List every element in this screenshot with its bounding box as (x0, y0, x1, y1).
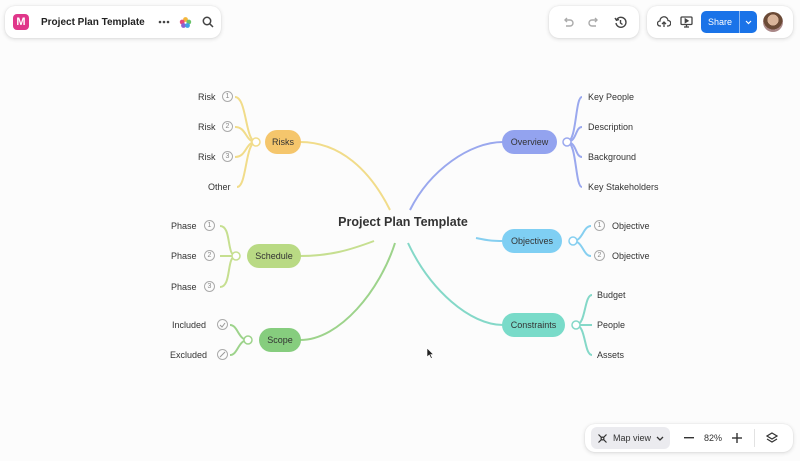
connector-central-scope (299, 242, 396, 341)
number-2-icon: 2 (594, 250, 605, 261)
leaf-objective-2[interactable]: Objective (612, 250, 650, 262)
number-1-icon: 1 (594, 220, 605, 231)
zoom-in-icon[interactable] (726, 427, 748, 449)
present-icon[interactable] (675, 11, 697, 33)
connector-central-overview (409, 141, 504, 211)
topic-risks[interactable]: Risks (265, 130, 301, 154)
zoom-level: 82% (704, 433, 723, 443)
map-view-button[interactable]: Map view (591, 427, 671, 449)
leaf-assets[interactable]: Assets (597, 349, 624, 361)
leaf-objective-1[interactable]: Objective (612, 220, 650, 232)
chevron-down-icon (656, 436, 664, 441)
map-view-label: Map view (613, 433, 652, 443)
topic-objectives[interactable]: Objectives (502, 229, 562, 253)
search-icon[interactable] (197, 11, 219, 33)
leaf-included[interactable]: Included (172, 319, 206, 331)
topic-scope[interactable]: Scope (259, 328, 301, 352)
number-2-icon: 2 (222, 121, 233, 132)
document-title[interactable]: Project Plan Template (41, 17, 145, 28)
leaf-risk-3[interactable]: Risk (198, 151, 216, 163)
check-icon (217, 319, 228, 330)
zoom-out-icon[interactable] (678, 427, 700, 449)
scope-collapse-handle (243, 335, 253, 345)
central-topic[interactable]: Project Plan Template (320, 215, 486, 229)
leaf-phase-1[interactable]: Phase (171, 220, 197, 232)
leaf-risk-other[interactable]: Other (208, 181, 231, 193)
connector-central-schedule (299, 240, 375, 257)
leaf-risk-2[interactable]: Risk (198, 121, 216, 133)
objectives-collapse-handle (568, 236, 578, 246)
palette-icon[interactable] (175, 11, 197, 33)
view-toolbar: Map view 82% (585, 424, 793, 452)
mouse-cursor-icon (426, 347, 434, 359)
chevron-down-icon[interactable] (739, 11, 757, 33)
connector-central-risks (299, 141, 391, 211)
more-dots-icon[interactable] (153, 11, 175, 33)
leaf-risk-1[interactable]: Risk (198, 91, 216, 103)
cloud-upload-icon[interactable] (653, 11, 675, 33)
topic-overview[interactable]: Overview (502, 130, 557, 154)
number-1-icon: 1 (204, 220, 215, 231)
leaf-background[interactable]: Background (588, 151, 636, 163)
connector-central-constraints (407, 242, 504, 326)
leaf-description[interactable]: Description (588, 121, 633, 133)
topic-schedule[interactable]: Schedule (247, 244, 301, 268)
number-3-icon: 3 (222, 151, 233, 162)
leaf-key-stakeholders[interactable]: Key Stakeholders (588, 181, 659, 193)
topic-constraints[interactable]: Constraints (502, 313, 565, 337)
undo-icon[interactable] (557, 11, 579, 33)
avatar[interactable] (763, 12, 784, 32)
leaf-excluded[interactable]: Excluded (170, 349, 207, 361)
layers-icon[interactable] (761, 427, 783, 449)
schedule-collapse-handle (231, 251, 241, 261)
leaf-phase-2[interactable]: Phase (171, 250, 197, 262)
number-1-icon: 1 (222, 91, 233, 102)
leaf-budget[interactable]: Budget (597, 289, 626, 301)
constraints-collapse-handle (571, 320, 581, 330)
app-logo-icon[interactable]: M (13, 14, 29, 30)
redo-icon[interactable] (583, 11, 605, 33)
risks-collapse-handle (251, 137, 261, 147)
number-2-icon: 2 (204, 250, 215, 261)
map-view-icon (598, 433, 607, 443)
blocked-icon (217, 349, 228, 360)
history-toolbar (549, 6, 639, 38)
leaf-key-people[interactable]: Key People (588, 91, 634, 103)
mind-map-connectors (219, 96, 593, 356)
history-icon[interactable] (609, 11, 631, 33)
document-toolbar: M Project Plan Template (5, 6, 221, 38)
sharing-toolbar: Share (647, 6, 793, 38)
share-button[interactable]: Share (701, 11, 758, 33)
toolbar-divider (754, 429, 756, 447)
share-button-label: Share (708, 17, 733, 27)
leaf-phase-3[interactable]: Phase (171, 281, 197, 293)
connector-central-objectives (475, 237, 504, 242)
leaf-people[interactable]: People (597, 319, 625, 331)
overview-collapse-handle (562, 137, 572, 147)
number-3-icon: 3 (204, 281, 215, 292)
